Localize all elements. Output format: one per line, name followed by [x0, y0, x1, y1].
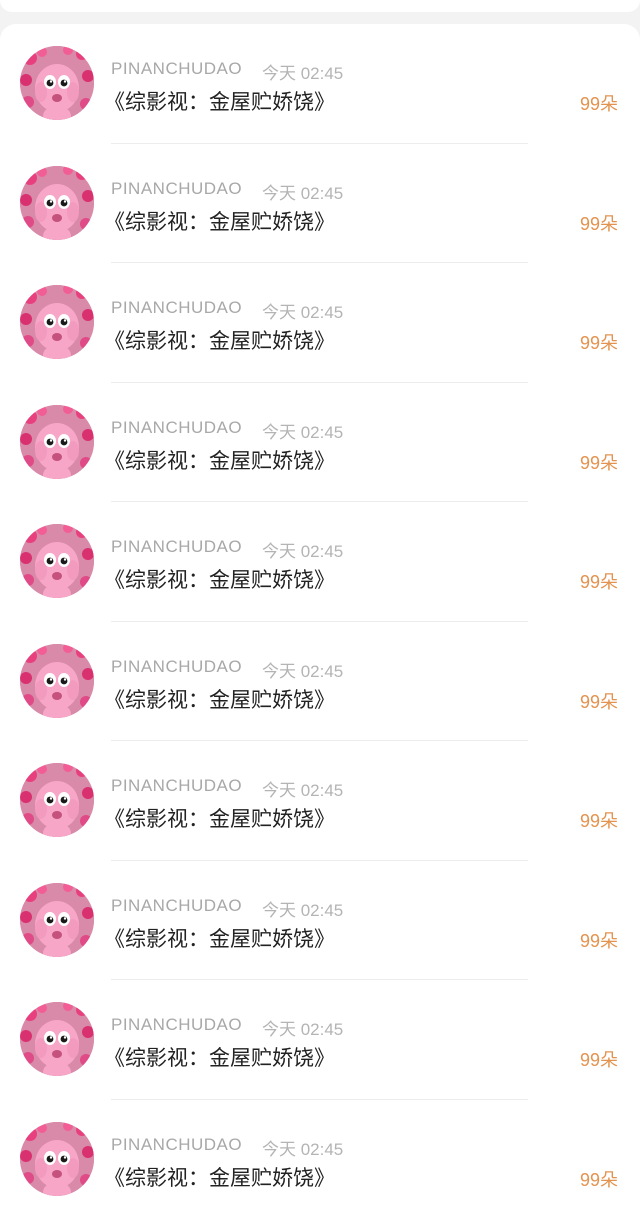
- timestamp: 今天 02:45: [262, 303, 344, 322]
- username[interactable]: PINANCHUDAO: [111, 1015, 242, 1035]
- pony-avatar-icon[interactable]: [20, 763, 94, 837]
- list-item[interactable]: PINANCHUDAO 今天 02:45 《综影视：金屋贮娇饶》 99朵: [0, 861, 640, 980]
- username[interactable]: PINANCHUDAO: [111, 179, 242, 199]
- pony-avatar-icon[interactable]: [20, 285, 94, 359]
- previous-card-edge: [0, 0, 640, 12]
- timestamp: 今天 02:45: [262, 1020, 344, 1039]
- username[interactable]: PINANCHUDAO: [111, 776, 242, 796]
- list-item[interactable]: PINANCHUDAO 今天 02:45 《综影视：金屋贮娇饶》 99朵: [0, 502, 640, 622]
- book-title[interactable]: 《综影视：金屋贮娇饶》: [104, 803, 335, 833]
- book-title[interactable]: 《综影视：金屋贮娇饶》: [104, 325, 335, 355]
- list-item[interactable]: PINANCHUDAO 今天 02:45 《综影视：金屋贮娇饶》 99朵: [0, 741, 640, 861]
- book-title[interactable]: 《综影视：金屋贮娇饶》: [104, 923, 335, 953]
- list-item[interactable]: PINANCHUDAO 今天 02:45 《综影视：金屋贮娇饶》 99朵: [0, 980, 640, 1100]
- book-title[interactable]: 《综影视：金屋贮娇饶》: [104, 445, 335, 475]
- gift-amount: 99朵: [579, 1050, 618, 1070]
- gift-amount: 99朵: [579, 572, 618, 592]
- pony-avatar-icon[interactable]: [20, 46, 94, 120]
- username[interactable]: PINANCHUDAO: [111, 298, 242, 318]
- book-title[interactable]: 《综影视：金屋贮娇饶》: [104, 86, 335, 116]
- username[interactable]: PINANCHUDAO: [111, 59, 242, 79]
- list-item[interactable]: PINANCHUDAO 今天 02:45 《综影视：金屋贮娇饶》 99朵: [0, 24, 640, 144]
- timestamp: 今天 02:45: [262, 64, 344, 83]
- timestamp: 今天 02:45: [262, 183, 344, 203]
- list-item[interactable]: PINANCHUDAO 今天 02:45 《综影视：金屋贮娇饶》 99朵: [0, 622, 640, 741]
- book-title[interactable]: 《综影视：金屋贮娇饶》: [104, 1162, 335, 1192]
- username[interactable]: PINANCHUDAO: [111, 537, 242, 557]
- pony-avatar-icon[interactable]: [20, 165, 94, 240]
- list-item[interactable]: PINANCHUDAO 今天 02:45 《综影视：金屋贮娇饶》 99朵: [0, 263, 640, 383]
- pony-avatar-icon[interactable]: [20, 1121, 94, 1196]
- username[interactable]: PINANCHUDAO: [111, 896, 242, 916]
- username[interactable]: PINANCHUDAO: [111, 418, 242, 438]
- book-title[interactable]: 《综影视：金屋贮娇饶》: [104, 684, 335, 714]
- username[interactable]: PINANCHUDAO: [111, 1135, 242, 1155]
- timestamp: 今天 02:45: [262, 900, 344, 920]
- username[interactable]: PINANCHUDAO: [111, 657, 242, 677]
- timestamp: 今天 02:45: [262, 661, 344, 681]
- gift-amount: 99朵: [579, 811, 618, 831]
- gift-record-list: PINANCHUDAO 今天 02:45 《综影视：金屋贮娇饶》 99朵 PIN…: [0, 24, 640, 1224]
- list-item[interactable]: PINANCHUDAO 今天 02:45 《综影视：金屋贮娇饶》 99朵: [0, 144, 640, 263]
- book-title[interactable]: 《综影视：金屋贮娇饶》: [104, 206, 335, 236]
- gift-amount: 99朵: [579, 333, 618, 353]
- timestamp: 今天 02:45: [262, 422, 344, 442]
- pony-avatar-icon[interactable]: [20, 404, 94, 479]
- pony-avatar-icon[interactable]: [20, 882, 94, 957]
- book-title[interactable]: 《综影视：金屋贮娇饶》: [104, 564, 335, 594]
- gift-amount: 99朵: [579, 94, 618, 114]
- list-item[interactable]: PINANCHUDAO 今天 02:45 《综影视：金屋贮娇饶》 99朵: [0, 383, 640, 502]
- gift-amount: 99朵: [579, 691, 618, 712]
- pony-avatar-icon[interactable]: [20, 643, 94, 718]
- gift-amount: 99朵: [579, 930, 618, 951]
- gift-amount: 99朵: [579, 452, 618, 473]
- timestamp: 今天 02:45: [262, 1139, 344, 1159]
- timestamp: 今天 02:45: [262, 781, 344, 800]
- list-item[interactable]: PINANCHUDAO 今天 02:45 《综影视：金屋贮娇饶》 99朵: [0, 1100, 640, 1220]
- timestamp: 今天 02:45: [262, 542, 344, 561]
- pony-avatar-icon[interactable]: [20, 524, 94, 598]
- book-title[interactable]: 《综影视：金屋贮娇饶》: [104, 1042, 335, 1072]
- gift-amount: 99朵: [579, 1169, 618, 1190]
- gift-amount: 99朵: [579, 213, 618, 234]
- pony-avatar-icon[interactable]: [20, 1002, 94, 1076]
